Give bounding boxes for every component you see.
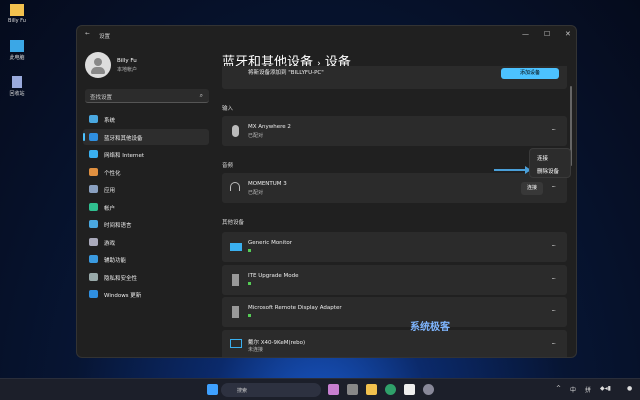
sidebar-item-wifi[interactable]: 网络和 Internet <box>83 146 209 162</box>
window-title: 设置 <box>99 34 111 40</box>
taskbar-search[interactable]: 搜索 <box>221 383 321 397</box>
sidebar-item-apps[interactable]: 应用 <box>83 181 209 197</box>
notification-icon[interactable]: ● <box>627 385 632 392</box>
sidebar-item-gamepad[interactable]: 游戏 <box>83 234 209 250</box>
sidebar-item-account[interactable]: 帐户 <box>83 199 209 215</box>
file-explorer-icon[interactable] <box>366 384 377 395</box>
accessibility-icon <box>89 255 98 263</box>
update-icon <box>89 290 98 298</box>
more-options-button[interactable]: ··· <box>551 242 556 250</box>
sidebar-item-accessibility[interactable]: 辅助功能 <box>83 251 209 267</box>
desktop-icon-recycle-bin[interactable]: 回收站 <box>4 76 30 97</box>
connect-button[interactable]: 连接 <box>521 182 543 195</box>
maximize-button[interactable]: ☐ <box>544 30 550 38</box>
search-input[interactable]: 查找设置 ⌕ <box>85 89 209 103</box>
back-button[interactable]: ← <box>85 31 90 37</box>
more-options-button[interactable]: ··· <box>551 275 556 283</box>
start-icon[interactable] <box>207 384 218 395</box>
device-card-mx-anywhere[interactable]: MX Anywhere 2 已配对 ··· <box>222 116 567 146</box>
status-dot <box>248 281 251 287</box>
gamepad-icon <box>89 237 98 246</box>
store-icon[interactable] <box>404 384 415 395</box>
device-icon <box>232 306 239 318</box>
sidebar-item-brush[interactable]: 个性化 <box>83 164 209 180</box>
add-device-button[interactable]: 添加设备 <box>501 68 559 79</box>
input-language[interactable]: 中 <box>570 385 576 394</box>
recycle-bin-icon <box>12 76 22 88</box>
edge-icon[interactable] <box>385 384 396 395</box>
device-list: 将新设备添加到 "BILLYFU-PC" 添加设备 输入 MX Anywhere… <box>222 66 567 357</box>
sidebar-item-update[interactable]: Windows 更新 <box>83 286 209 302</box>
display-icon <box>230 338 242 348</box>
avatar[interactable] <box>85 52 111 78</box>
close-button[interactable]: ✕ <box>565 30 571 38</box>
menu-item-connect[interactable]: 连接 <box>537 154 548 162</box>
sidebar-item-globe[interactable]: 时间和语言 <box>83 216 209 232</box>
context-menu: 连接 删除设备 <box>529 148 571 178</box>
desktop-icon-user-folder[interactable]: Billy Fu <box>4 4 30 24</box>
brush-icon <box>89 167 98 176</box>
more-options-button[interactable]: ··· <box>551 183 556 191</box>
more-options-button[interactable]: ··· <box>551 126 556 134</box>
title-bar: ← 设置 — ☐ ✕ <box>77 26 576 46</box>
status-dot <box>248 313 251 319</box>
device-card[interactable]: Generic Monitor ··· <box>222 232 567 262</box>
device-card[interactable]: ITE Upgrade Mode ··· <box>222 264 567 295</box>
section-input: 输入 <box>222 106 234 112</box>
more-options-button[interactable]: ··· <box>551 307 556 315</box>
copilot-icon[interactable] <box>328 384 339 395</box>
sidebar-item-system[interactable]: 系统 <box>83 111 209 127</box>
settings-icon[interactable] <box>423 384 434 395</box>
taskbar: 搜索 ^ 中 拼 ◆◂▮ ● <box>0 378 640 400</box>
ime-mode[interactable]: 拼 <box>585 385 591 394</box>
account-icon <box>89 202 98 211</box>
section-audio: 音频 <box>222 163 234 169</box>
headphones-icon <box>230 182 240 191</box>
status-dot <box>248 248 251 254</box>
arrow-annotation <box>494 166 531 174</box>
system-icon <box>89 115 98 123</box>
desktop-icon-this-pc[interactable]: 此电脑 <box>4 40 30 61</box>
apps-icon <box>89 185 98 193</box>
more-options-button[interactable]: ··· <box>551 340 556 348</box>
sidebar-item-bluetooth[interactable]: 蓝牙和其他设备 <box>83 128 209 145</box>
tray-overflow-icon[interactable]: ^ <box>556 385 561 392</box>
account-type: 本地帐户 <box>117 67 138 73</box>
user-name: Billy Fu <box>117 58 137 64</box>
add-device-card: 将新设备添加到 "BILLYFU-PC" 添加设备 <box>222 66 567 89</box>
watermark: 系统极客 <box>410 322 450 333</box>
bluetooth-icon <box>89 132 98 141</box>
computer-icon <box>10 40 24 52</box>
sidebar-item-shield[interactable]: 隐私和安全性 <box>83 269 209 285</box>
section-other: 其他设备 <box>222 220 245 226</box>
mouse-icon <box>232 125 239 137</box>
wifi-icon <box>89 150 98 158</box>
search-icon: ⌕ <box>199 92 203 99</box>
device-card[interactable]: 戴尔 X40-9KeM(rebo) 未连接 ··· <box>222 329 567 357</box>
menu-item-remove-device[interactable]: 删除设备 <box>537 167 559 175</box>
globe-icon <box>89 220 98 228</box>
shield-icon <box>89 272 98 281</box>
device-icon <box>232 273 239 286</box>
task-view-icon[interactable] <box>347 384 358 395</box>
folder-icon <box>10 4 24 16</box>
monitor-icon <box>230 243 242 251</box>
device-card[interactable]: Microsoft Remote Display Adapter ··· <box>222 297 567 327</box>
device-card-momentum[interactable]: MOMENTUM 3 已配对 连接 ··· <box>222 173 567 203</box>
settings-window: ← 设置 — ☐ ✕ Billy Fu 本地帐户 查找设置 ⌕ 系统 蓝牙和其他设备… <box>76 25 577 358</box>
minimize-button[interactable]: — <box>522 30 529 38</box>
network-volume-battery-icon[interactable]: ◆◂▮ <box>600 385 611 392</box>
